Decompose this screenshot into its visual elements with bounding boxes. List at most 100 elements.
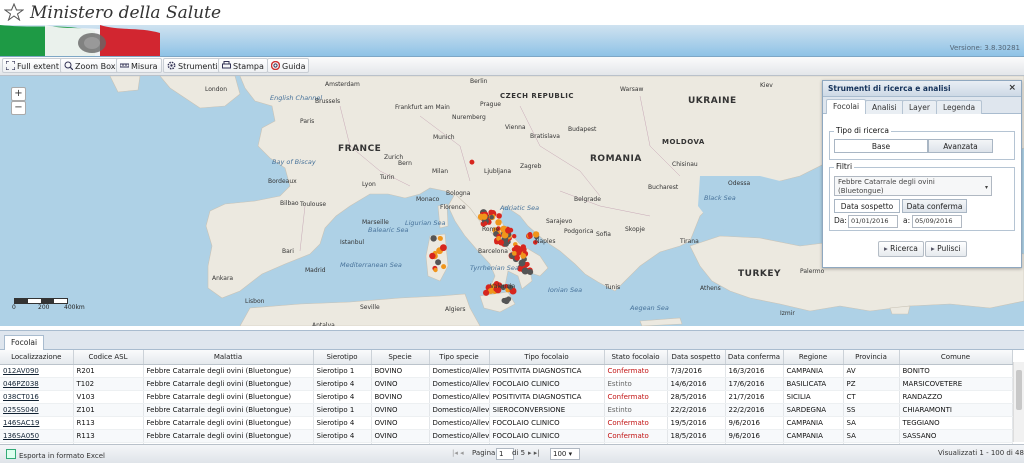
outbreak-point[interactable] [433,267,438,273]
date-suspect-button[interactable]: Data sospetto [834,199,900,213]
date-confirm-button[interactable]: Data conferma [902,199,967,213]
page-size-select[interactable]: 100 ▾ [550,448,580,460]
outbreak-point[interactable] [483,289,490,296]
column-header[interactable]: Codice ASL [73,350,144,365]
outbreak-point[interactable] [496,213,502,219]
outbreak-point[interactable] [441,264,447,270]
tab-focolai-grid[interactable]: Focolai [4,335,45,350]
outbreak-point[interactable] [505,227,512,234]
table-cell: SARDEGNA [783,403,844,417]
print-button[interactable]: Stampa [218,58,268,73]
next-page-icon[interactable]: ▸ ▸| [528,449,540,457]
column-header[interactable]: Provincia [843,350,900,365]
full-extent-label: Full extent [17,62,60,71]
map-label: London [205,86,227,93]
zoom-out-button[interactable]: − [11,101,26,115]
table-row[interactable]: 012AV090 R201 Febbre Catarrale degli ovini… [0,364,1013,378]
column-header[interactable]: Malattia [143,350,314,365]
outbreak-point[interactable] [518,259,526,267]
table-cell[interactable]: 025SS040 [0,403,74,417]
outbreak-point[interactable] [514,255,520,261]
table-cell[interactable]: 136SA050 [0,429,74,443]
column-header[interactable]: Stato focolaio [604,350,668,365]
column-header[interactable]: Tipo specie [429,350,490,365]
outbreak-point[interactable] [488,209,494,215]
outbreak-point[interactable] [495,219,502,226]
column-header[interactable]: Localizzazione [0,350,74,365]
table-cell[interactable]: 046PZ038 [0,377,74,391]
scrollbar-thumb[interactable] [1016,370,1022,410]
map-label: Bay of Biscay [272,158,316,166]
outbreak-point[interactable] [528,234,533,239]
search-button[interactable]: ▸ Ricerca [878,241,924,257]
measure-button[interactable]: Misura [116,58,162,73]
search-type-base-button[interactable]: Base [834,139,928,153]
tab-analisi[interactable]: Analisi [865,100,904,114]
outbreak-point[interactable] [430,235,437,242]
column-header[interactable]: Data conferma [725,350,784,365]
tab-focolai[interactable]: Focolai [826,99,867,114]
outbreak-point[interactable] [489,215,495,220]
zoom-box-button[interactable]: Zoom Box [60,58,120,73]
outbreak-point[interactable] [520,253,527,259]
search-analysis-panel: Strumenti di ricerca e analisi × Focolai… [822,80,1022,268]
map-label: UKRAINE [688,96,737,106]
excel-export-link[interactable]: Esporta in formato Excel [6,449,105,460]
map-label: Palermo [800,268,825,275]
first-page-icon[interactable]: |◂ ◂ [452,449,464,457]
column-header[interactable]: Sierotipo [313,350,372,365]
outbreak-point[interactable] [501,297,507,304]
help-button[interactable]: Guida [267,58,310,73]
full-extent-button[interactable]: Full extent [2,58,64,73]
table-row[interactable]: 025SS040 Z101 Febbre Catarrale degli ovini… [0,403,1013,417]
column-header[interactable]: Regione [783,350,844,365]
table-row[interactable]: 038CT016 V103 Febbre Catarrale degli ovini… [0,390,1013,404]
table-row[interactable]: 136SA050 R113 Febbre Catarrale degli ovini… [0,429,1013,443]
outbreak-point[interactable] [435,259,442,266]
zoom-in-button[interactable]: + [11,87,26,101]
outbreak-point[interactable] [506,296,512,302]
outbreak-point[interactable] [512,234,517,239]
tab-layer[interactable]: Layer [902,100,937,114]
column-header[interactable]: Data sospetto [667,350,726,365]
date-to-input[interactable]: 05/09/2016 [912,215,962,228]
outbreak-point[interactable] [525,261,530,267]
outbreak-point[interactable] [521,247,527,252]
disease-select[interactable]: Febbre Catarrale degli ovini (Bluetongue… [834,176,992,196]
outbreak-point[interactable] [481,213,488,220]
table-row[interactable]: 046PZ038 T102 Febbre Catarrale degli ovini… [0,377,1013,391]
clear-button[interactable]: ▸ Pulisci [925,241,967,257]
outbreak-point[interactable] [498,239,505,246]
outbreak-point[interactable] [469,159,475,165]
tools-button[interactable]: Strumenti [163,58,222,73]
table-cell: 28/5/2016 [667,390,726,404]
table-cell: 16/3/2016 [725,364,784,378]
table-cell: Sierotipo 1 [313,364,372,378]
outbreak-point[interactable] [429,252,436,260]
table-cell[interactable]: 038CT016 [0,390,74,404]
table-cell: Febbre Catarrale degli ovini (Bluetongue… [143,364,314,378]
grid-scrollbar[interactable] [1013,362,1024,442]
table-cell: Domestico/Allevam [429,429,490,443]
map-label: Antalya [312,322,335,326]
close-icon[interactable]: × [1008,81,1016,96]
table-cell: Sierotipo 4 [313,390,372,404]
outbreak-point[interactable] [512,251,517,256]
outbreak-point[interactable] [440,244,447,252]
outbreak-point[interactable] [517,247,523,253]
search-type-advanced-button[interactable]: Avanzata [928,139,993,153]
map-label: MOLDOVA [662,138,705,146]
table-row[interactable]: 146SAC19 R113 Febbre Catarrale degli ovini… [0,416,1013,430]
column-header[interactable]: Comune [899,350,1013,365]
tab-legenda[interactable]: Legenda [936,100,983,114]
table-cell: OVINO [371,403,430,417]
outbreak-point[interactable] [532,231,540,238]
outbreak-point[interactable] [527,269,534,275]
map-viewport[interactable]: FRANCE UKRAINE ROMANIA TURKEY CZECH REPUBLIC… [0,76,1024,326]
outbreak-point[interactable] [438,236,443,241]
table-cell[interactable]: 146SAC19 [0,416,74,430]
column-header[interactable]: Tipo focolaio [489,350,605,365]
column-header[interactable]: Specie [371,350,430,365]
date-from-input[interactable]: 01/01/2016 [848,215,898,228]
table-cell[interactable]: 012AV090 [0,364,74,378]
